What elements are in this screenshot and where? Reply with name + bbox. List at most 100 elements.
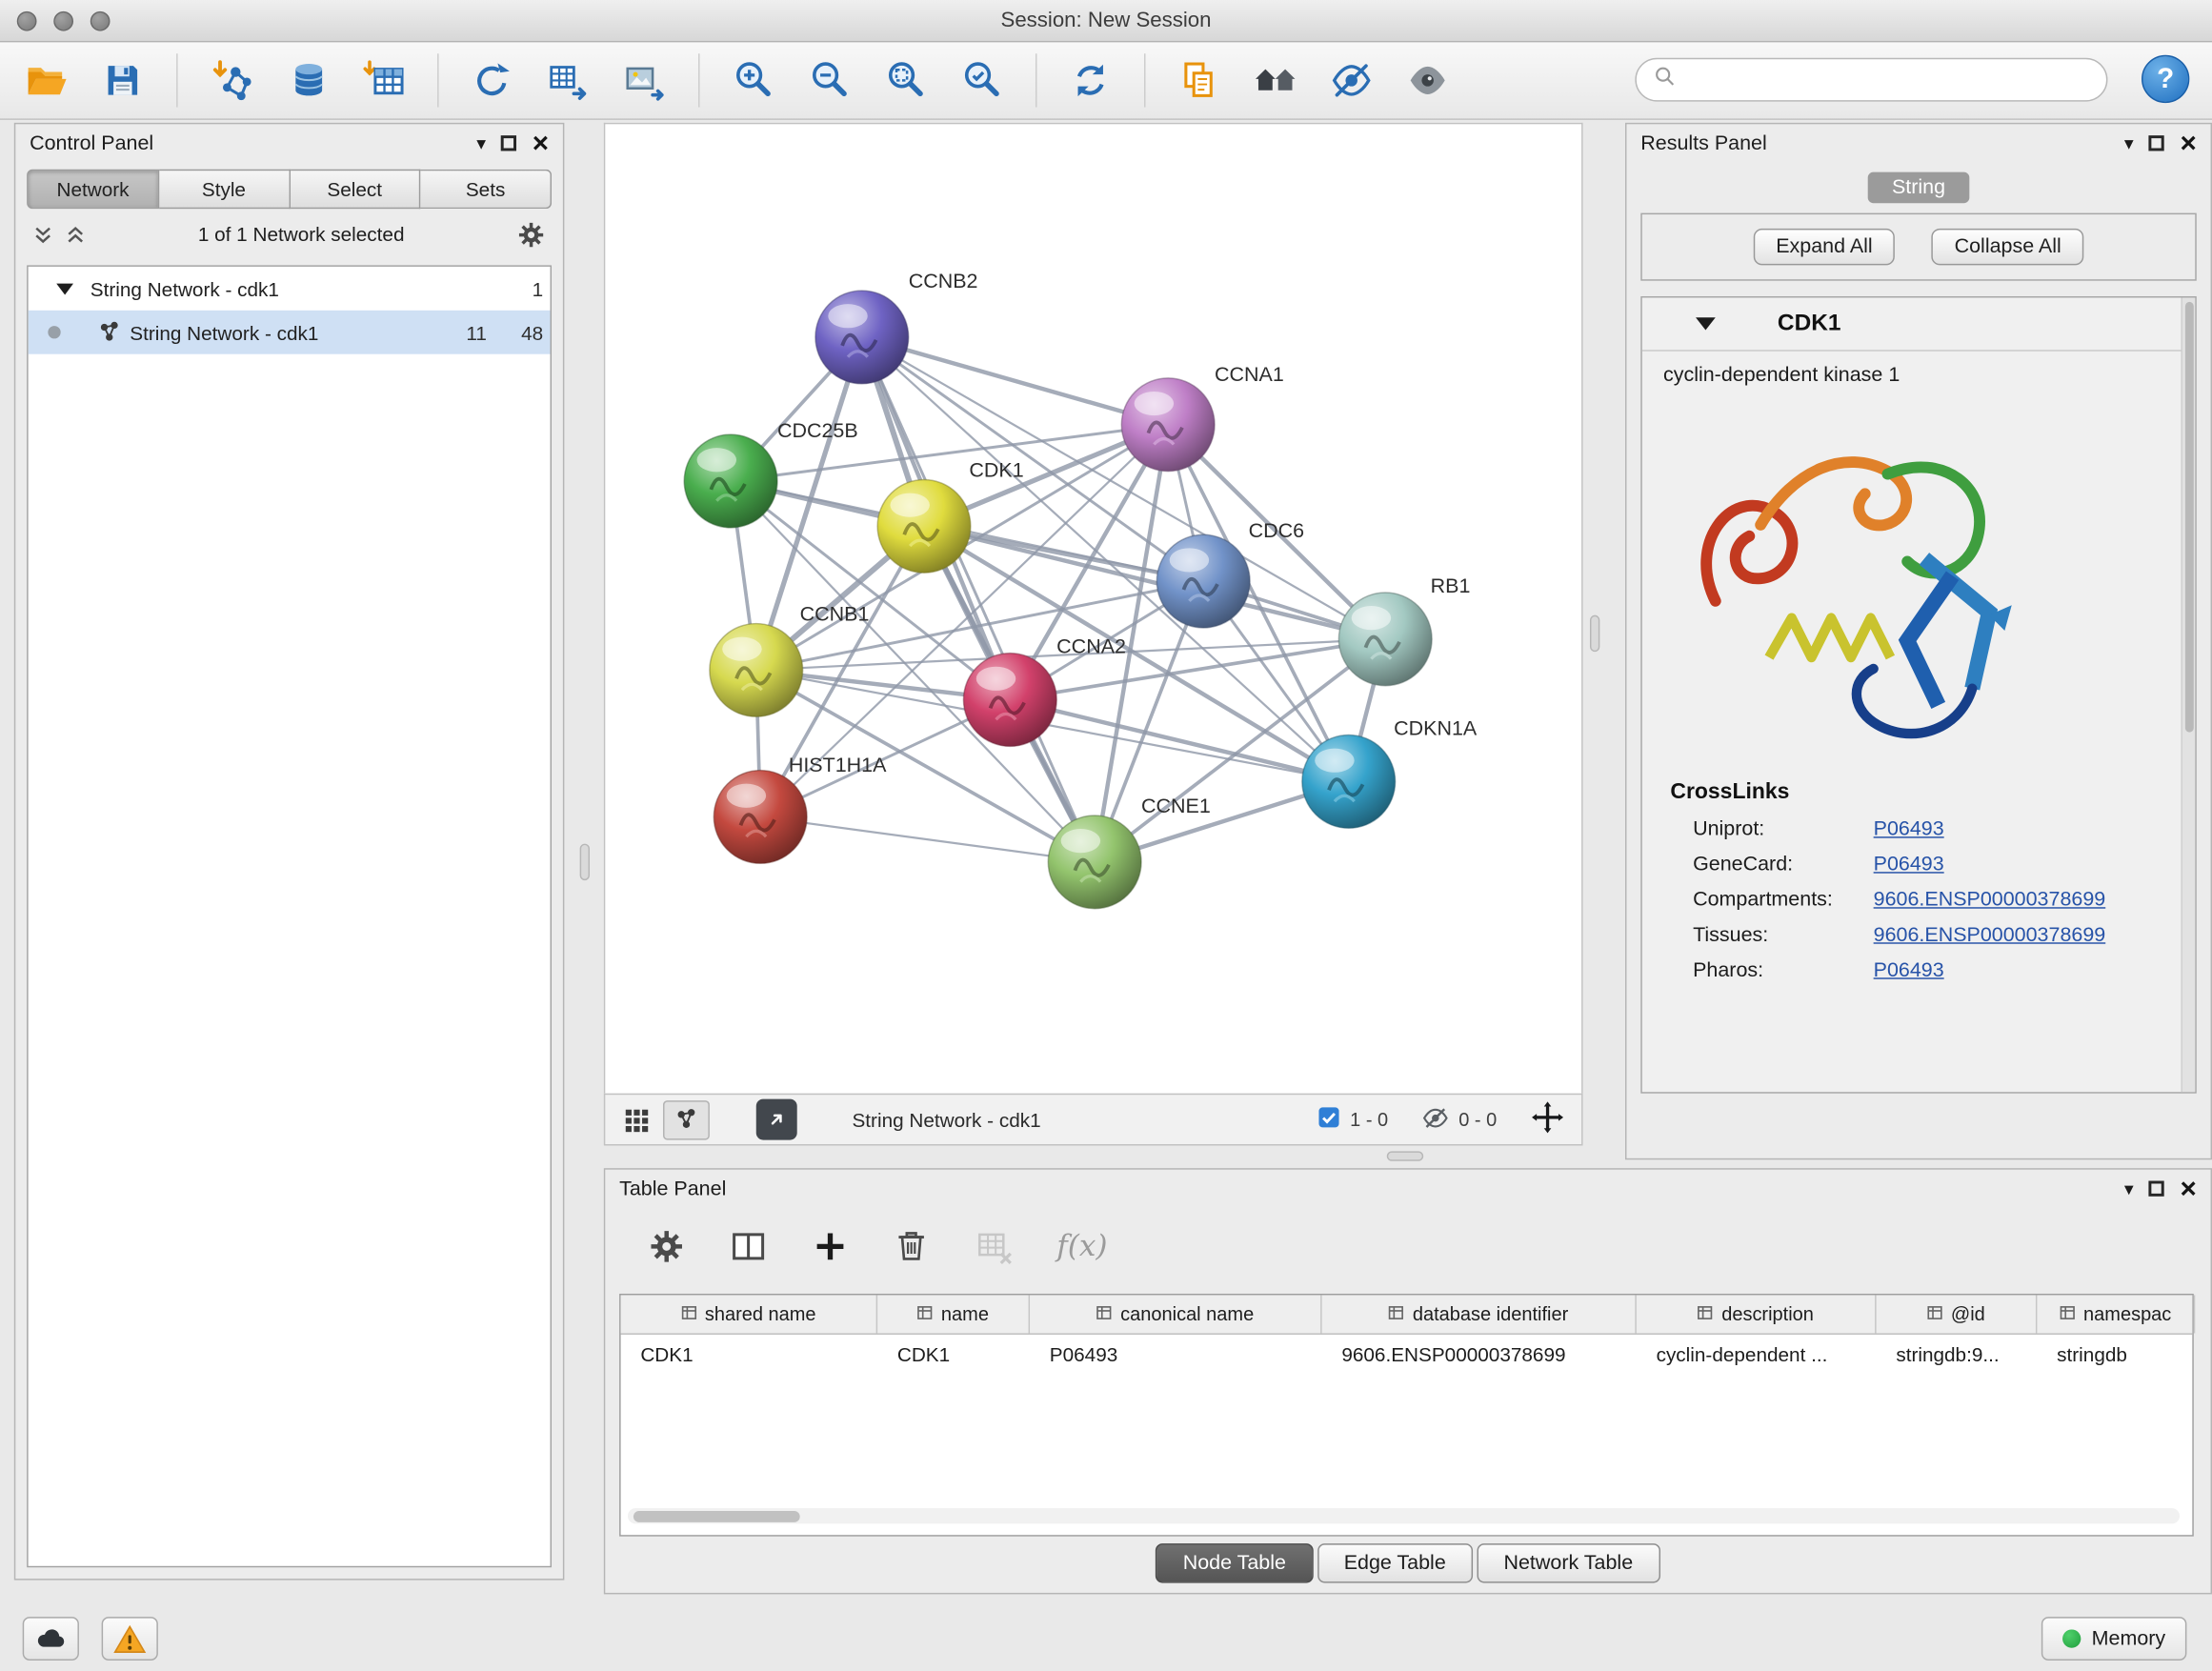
tab-edge-table[interactable]: Edge Table <box>1317 1543 1473 1582</box>
copy-document-icon[interactable] <box>1167 48 1232 112</box>
open-session-icon[interactable] <box>14 48 79 112</box>
search-icon <box>1654 65 1677 94</box>
help-icon[interactable]: ? <box>2142 55 2189 103</box>
network-icon-toggle[interactable] <box>663 1099 710 1138</box>
tab-network[interactable]: Network <box>27 170 159 209</box>
collapse-section-icon[interactable] <box>1696 317 1716 330</box>
move-crosshair-icon[interactable] <box>1531 1100 1565 1138</box>
memory-button[interactable]: Memory <box>2041 1617 2186 1661</box>
hidden-eye-icon[interactable] <box>1422 1104 1449 1136</box>
export-image-icon[interactable] <box>613 48 677 112</box>
tab-style[interactable]: Style <box>159 170 290 209</box>
column-header-namespac[interactable]: namespac <box>2037 1295 2195 1333</box>
column-header-canonical-name[interactable]: canonical name <box>1030 1295 1322 1333</box>
close-window-icon[interactable] <box>17 11 37 31</box>
import-table-file-icon[interactable] <box>352 48 416 112</box>
zoom-out-icon[interactable] <box>797 48 862 112</box>
panel-float-icon[interactable] <box>501 135 516 151</box>
network-node-ccnb2[interactable] <box>815 291 909 384</box>
external-link-icon[interactable] <box>756 1099 797 1140</box>
panel-menu-icon[interactable]: ▾ <box>476 131 486 154</box>
select-columns-icon[interactable] <box>721 1218 774 1272</box>
zoom-in-icon[interactable] <box>721 48 786 112</box>
apply-layout-icon[interactable] <box>1058 48 1123 112</box>
save-session-icon[interactable] <box>90 48 155 112</box>
minimize-window-icon[interactable] <box>53 11 73 31</box>
network-node-cdc25b[interactable] <box>684 434 777 528</box>
panel-close-icon[interactable]: × <box>2180 1175 2196 1203</box>
tab-sets[interactable]: Sets <box>421 170 552 209</box>
network-node-ccne1[interactable] <box>1048 815 1141 909</box>
string-settings-home-icon[interactable] <box>1243 48 1308 112</box>
zoom-selected-icon[interactable] <box>950 48 1015 112</box>
expand-all-button[interactable]: Expand All <box>1754 229 1896 266</box>
table-hscrollbar-thumb[interactable] <box>633 1510 800 1521</box>
search-input[interactable] <box>1687 69 2089 91</box>
crosslink-value[interactable]: P06493 <box>1874 817 1944 840</box>
show-labels-icon[interactable] <box>1396 48 1460 112</box>
glass-ball-effect-icon[interactable] <box>1319 48 1384 112</box>
network-node-ccnb1[interactable] <box>710 624 803 717</box>
selected-checkbox-icon[interactable] <box>1317 1106 1340 1133</box>
maximize-window-icon[interactable] <box>90 11 111 31</box>
column-header-description[interactable]: description <box>1637 1295 1877 1333</box>
left-splitter-handle[interactable] <box>580 844 590 881</box>
import-network-file-icon[interactable] <box>199 48 264 112</box>
disclosure-triangle-icon[interactable] <box>56 283 73 294</box>
network-canvas[interactable]: CCNB2CCNA1CDC25BCDK1CDC6RB1CCNB1CCNA2CDK… <box>605 124 1581 1092</box>
network-node-cdk1[interactable] <box>877 480 971 574</box>
network-node-hist1h1a[interactable] <box>714 771 807 864</box>
network-node-cdkn1a[interactable] <box>1302 735 1396 829</box>
tab-node-table[interactable]: Node Table <box>1156 1543 1314 1582</box>
crosslink-value[interactable]: 9606.ENSP00000378699 <box>1874 888 2106 911</box>
tab-network-table[interactable]: Network Table <box>1477 1543 1659 1582</box>
network-node-ccna1[interactable] <box>1121 378 1215 472</box>
right-splitter-handle[interactable] <box>1590 615 1599 653</box>
warning-icon[interactable] <box>102 1617 158 1661</box>
panel-float-icon[interactable] <box>2149 135 2164 151</box>
crosslink-value[interactable]: P06493 <box>1874 958 1944 981</box>
results-scrollbar[interactable] <box>2181 297 2195 1092</box>
expand-all-icon[interactable] <box>65 224 86 245</box>
network-edge[interactable] <box>862 337 1168 425</box>
network-node-rb1[interactable] <box>1338 593 1432 686</box>
column-header--id[interactable]: @id <box>1877 1295 2038 1333</box>
network-row-selected[interactable]: String Network - cdk1 11 48 <box>29 311 551 354</box>
results-scrollbar-thumb[interactable] <box>2184 302 2193 733</box>
protein-card-header[interactable]: CDK1 <box>1642 297 2196 351</box>
panel-menu-icon[interactable]: ▾ <box>2124 131 2134 154</box>
network-view[interactable]: CCNB2CCNA1CDC25BCDK1CDC6RB1CCNB1CCNA2CDK… <box>604 123 1583 1094</box>
birds-eye-grid-icon[interactable] <box>622 1105 651 1134</box>
delete-column-icon[interactable] <box>885 1218 938 1272</box>
network-node-ccna2[interactable] <box>963 654 1056 747</box>
panel-float-icon[interactable] <box>2149 1181 2164 1197</box>
column-header-database-identifier[interactable]: database identifier <box>1322 1295 1637 1333</box>
network-edge[interactable] <box>760 816 1095 861</box>
table-row[interactable]: CDK1CDK1P064939606.ENSP00000378699cyclin… <box>621 1335 2193 1376</box>
column-icon <box>2060 1303 2075 1324</box>
zoom-fit-icon[interactable] <box>874 48 938 112</box>
crosslink-value[interactable]: 9606.ENSP00000378699 <box>1874 923 2106 946</box>
import-network-database-icon[interactable] <box>275 48 340 112</box>
network-collection-row[interactable]: String Network - cdk1 1 <box>29 267 551 311</box>
collapse-all-button[interactable]: Collapse All <box>1932 229 2084 266</box>
panel-close-icon[interactable]: × <box>533 130 549 158</box>
panel-close-icon[interactable]: × <box>2180 130 2196 158</box>
export-table-icon[interactable] <box>536 48 601 112</box>
cloud-icon[interactable] <box>23 1617 79 1661</box>
table-gear-icon[interactable] <box>639 1218 693 1272</box>
panel-menu-icon[interactable]: ▾ <box>2124 1178 2134 1200</box>
horizontal-splitter-handle[interactable] <box>1387 1151 1424 1160</box>
table-hscrollbar[interactable] <box>628 1508 2180 1523</box>
crosslink-value[interactable]: P06493 <box>1874 853 1944 876</box>
gear-icon[interactable] <box>516 219 546 249</box>
network-edge[interactable] <box>862 337 1095 862</box>
column-header-name[interactable]: name <box>877 1295 1030 1333</box>
network-modify-icon[interactable] <box>460 48 525 112</box>
collapse-all-icon[interactable] <box>32 224 53 245</box>
tab-select[interactable]: Select <box>290 170 420 209</box>
column-header-shared-name[interactable]: shared name <box>621 1295 878 1333</box>
network-node-cdc6[interactable] <box>1156 534 1250 628</box>
add-column-icon[interactable] <box>803 1218 856 1272</box>
tab-string[interactable]: String <box>1868 172 1969 204</box>
